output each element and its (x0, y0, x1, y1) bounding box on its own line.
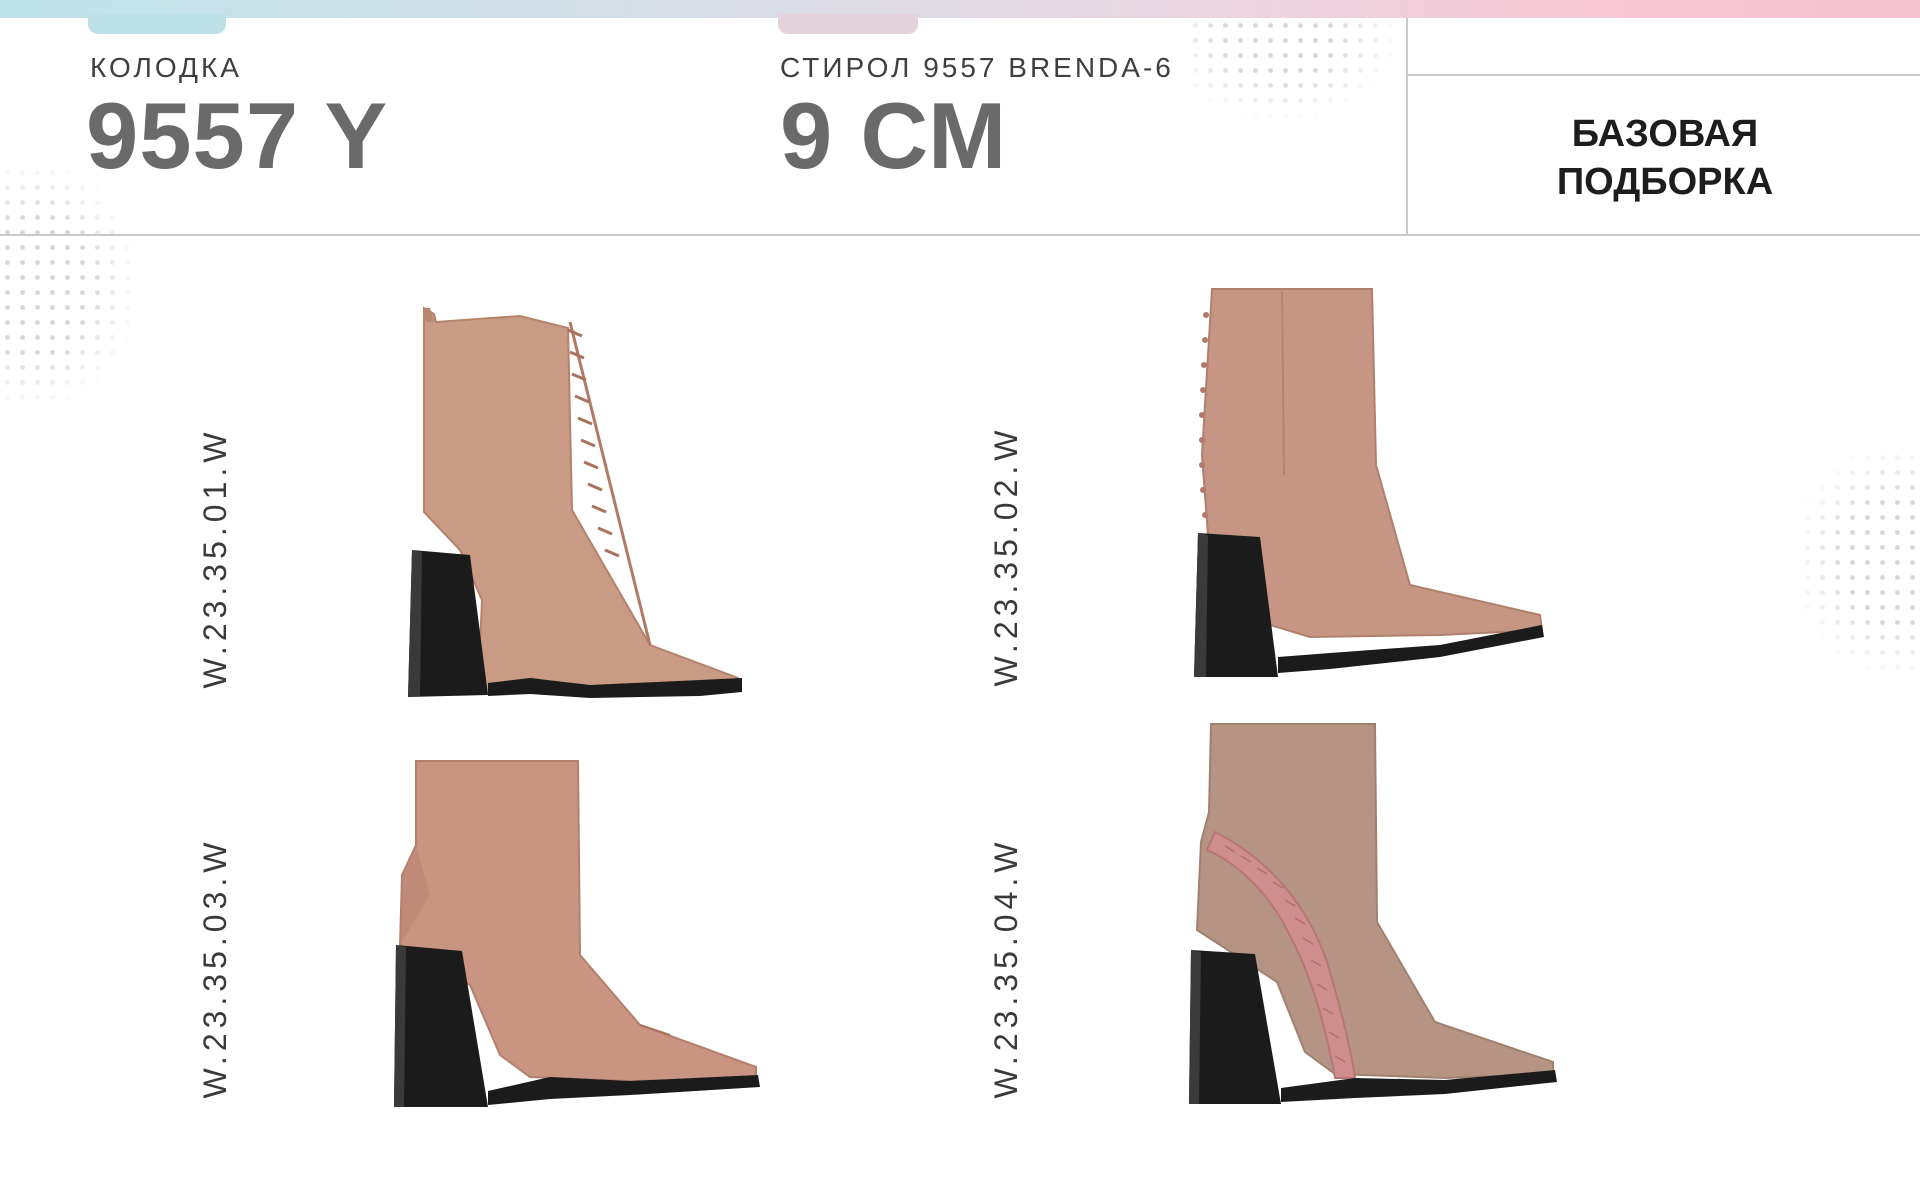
top-gradient-strip (0, 0, 1920, 18)
smooth-ankle-boot-icon (394, 760, 760, 1107)
dot-pattern-top (1188, 18, 1393, 118)
product-code-2: W.23.35.02.W (988, 425, 1024, 687)
collection-title-line1: БАЗОВАЯ (1571, 113, 1759, 155)
product-code-4: W.23.35.04.W (988, 837, 1024, 1099)
heel-label: СТИРОЛ 9557 BRENDA-6 (780, 52, 1174, 83)
collection-title: БАЗОВАЯ ПОДБОРКА (1410, 110, 1920, 210)
studded-ankle-boot-icon (1194, 288, 1544, 677)
heel-value: 9 СМ (780, 83, 1008, 188)
product-code-3: W.23.35.03.W (197, 837, 233, 1099)
product-image-3[interactable] (390, 755, 770, 1115)
last-value: 9557 Y (86, 83, 389, 188)
product-image-2[interactable] (1190, 285, 1550, 685)
product-code-1: W.23.35.01.W (197, 427, 233, 689)
product-image-4[interactable] (1185, 722, 1565, 1112)
collection-box-divider (1406, 74, 1920, 76)
header-divider (0, 234, 1920, 236)
croc-panel-ankle-boot-icon (1189, 723, 1557, 1104)
header-column-divider (1406, 18, 1408, 236)
top-tab-decoration (778, 14, 918, 34)
lace-up-ankle-boot-icon (408, 306, 742, 698)
dot-pattern-right (1800, 450, 1920, 670)
dot-pattern-left (0, 165, 135, 405)
collection-title-line2: ПОДБОРКА (1556, 161, 1774, 203)
product-image-1[interactable] (400, 300, 750, 700)
top-tab-decoration (88, 14, 226, 34)
last-label: КОЛОДКА (90, 52, 242, 83)
